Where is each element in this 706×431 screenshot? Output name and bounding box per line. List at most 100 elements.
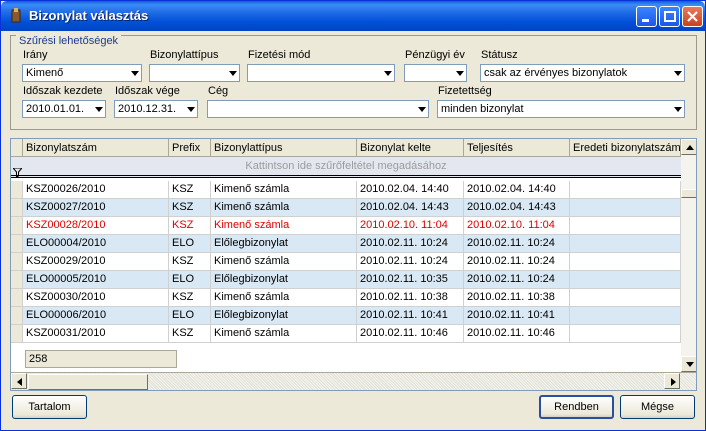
cell-bizonylattipus: Kimenő számla [211,253,357,270]
funnel-icon [13,168,22,177]
horizontal-scrollbar[interactable] [11,372,696,390]
scroll-down-button[interactable] [681,356,696,372]
table-row[interactable]: KSZ00027/2010 KSZ Kimenő számla 2010.02.04.… [11,199,681,217]
close-button[interactable] [682,6,703,27]
irany-label: Irány [23,49,48,61]
row-selector[interactable] [11,325,23,342]
vertical-scrollbar[interactable] [681,139,696,372]
fizetesi-mod-select[interactable] [247,64,395,82]
column-header-teljesites[interactable]: Teljesítés [464,139,570,157]
idoszak-vege-value: 2010.12.31. [118,103,177,115]
statusz-value: csak az érvényes bizonylatok [484,67,628,79]
cell-bizonylattipus: Kimenő számla [211,289,357,306]
table-row[interactable]: ELO00006/2010 ELO Előlegbizonylat 2010.02.1… [11,307,681,325]
title-bar[interactable]: Bizonylat választás [1,1,705,31]
statusz-label: Státusz [481,49,518,61]
row-selector[interactable] [11,307,23,324]
chevron-down-icon [131,71,139,76]
horizontal-scroll-thumb[interactable] [28,374,148,390]
cell-bizonylat-kelte: 2010.02.11. 10:46 [357,325,464,342]
table-row[interactable]: KSZ00031/2010 KSZ Kimenő számla 2010.02.11.… [11,325,681,343]
filter-row[interactable]: Kattintson ide szűrőfeltétel megadásához [11,157,681,178]
arrow-up-icon [686,145,694,150]
chevron-down-icon [187,107,195,112]
column-header-bizonylattipus[interactable]: Bizonylattípus [211,139,357,157]
column-header-bizonylatszam[interactable]: Bizonylatszám [23,139,169,157]
cell-bizonylattipus: Kimenő számla [211,181,357,198]
idoszak-vege-picker[interactable]: 2010.12.31. [114,100,198,118]
idoszak-kezdete-picker[interactable]: 2010.01.01. [22,100,106,118]
cell-teljesites: 2010.02.11. 10:24 [464,253,570,270]
arrow-down-icon [686,362,694,367]
cell-teljesites: 2010.02.11. 10:41 [464,307,570,324]
table-row[interactable]: ELO00004/2010 ELO Előlegbizonylat 2010.02.1… [11,235,681,253]
cell-prefix: ELO [169,235,211,252]
fizetettseg-label: Fizetettség [438,85,492,97]
cell-bizonylatszam: KSZ00026/2010 [23,181,169,198]
cell-bizonylatszam: KSZ00029/2010 [23,253,169,270]
cell-bizonylatszam: KSZ00028/2010 [23,217,169,234]
row-selector[interactable] [11,181,23,198]
cell-prefix: KSZ [169,199,211,216]
scroll-up-button[interactable] [681,139,696,155]
table-row[interactable]: ELO00005/2010 ELO Előlegbizonylat 2010.02.1… [11,271,681,289]
cell-eredeti-bizonylatszam [570,307,681,324]
statusz-select[interactable]: csak az érvényes bizonylatok [480,64,685,82]
row-selector[interactable] [11,253,23,270]
cell-bizonylat-kelte: 2010.02.11. 10:38 [357,289,464,306]
megse-button[interactable]: Mégse [620,395,695,419]
column-header-bizonylat-kelte[interactable]: Bizonylat kelte [357,139,464,157]
row-selector-header [11,139,23,157]
cell-bizonylatszam: KSZ00031/2010 [23,325,169,342]
cell-bizonylattipus: Kimenő számla [211,199,357,216]
cell-prefix: KSZ [169,289,211,306]
tartalom-button[interactable]: Tartalom [12,395,87,419]
table-row[interactable]: KSZ00028/2010 KSZ Kimenő számla 2010.02.10.… [11,217,681,235]
cell-teljesites: 2010.02.11. 10:24 [464,235,570,252]
cell-eredeti-bizonylatszam [570,253,681,270]
app-icon [11,8,21,23]
vertical-scroll-thumb[interactable] [681,189,696,198]
document-grid[interactable]: Bizonylatszám Prefix Bizonylattípus Bizo… [10,138,697,391]
row-selector[interactable] [11,235,23,252]
fizetettseg-select[interactable]: minden bizonylat [437,100,685,118]
table-row[interactable]: KSZ00029/2010 KSZ Kimenő számla 2010.02.11.… [11,253,681,271]
arrow-right-icon [671,378,676,386]
cell-prefix: KSZ [169,253,211,270]
minimize-button[interactable] [636,6,657,27]
column-header-prefix[interactable]: Prefix [169,139,211,157]
cell-teljesites: 2010.02.04. 14:43 [464,199,570,216]
row-selector[interactable] [11,199,23,216]
cell-bizonylatszam: KSZ00027/2010 [23,199,169,216]
cell-bizonylattipus: Kimenő számla [211,217,357,234]
ceg-select[interactable] [207,100,429,118]
cell-bizonylatszam: KSZ00030/2010 [23,289,169,306]
bizonylattipus-label: Bizonylattípus [150,49,219,61]
penzugyi-ev-select[interactable] [404,64,467,82]
row-selector[interactable] [11,217,23,234]
maximize-button[interactable] [659,6,680,27]
cell-bizonylat-kelte: 2010.02.10. 11:04 [357,217,464,234]
cell-teljesites: 2010.02.11. 10:46 [464,325,570,342]
table-row[interactable]: KSZ00026/2010 KSZ Kimenő számla 2010.02.04.… [11,181,681,199]
cell-bizonylattipus: Kimenő számla [211,325,357,342]
rendben-button[interactable]: Rendben [539,395,614,419]
row-selector[interactable] [11,289,23,306]
chevron-down-icon [95,107,103,112]
row-selector[interactable] [11,271,23,288]
irany-select[interactable]: Kimenő [22,64,142,82]
cell-bizonylattipus: Előlegbizonylat [211,235,357,252]
column-header-eredeti-bizonylatszam[interactable]: Eredeti bizonylatszám [570,139,681,157]
cell-eredeti-bizonylatszam [570,199,681,216]
cell-bizonylat-kelte: 2010.02.04. 14:43 [357,199,464,216]
chevron-down-icon [418,107,426,112]
idoszak-vege-label: Időszak vége [115,85,180,97]
bizonylattipus-select[interactable] [149,64,240,82]
scroll-right-button[interactable] [664,373,680,389]
table-row[interactable]: KSZ00030/2010 KSZ Kimenő számla 2010.02.11.… [11,289,681,307]
grid-header: Bizonylatszám Prefix Bizonylattípus Bizo… [11,139,681,157]
chevron-down-icon [229,71,237,76]
scroll-left-button[interactable] [11,373,27,389]
idoszak-kezdete-value: 2010.01.01. [26,103,85,115]
cell-prefix: KSZ [169,325,211,342]
